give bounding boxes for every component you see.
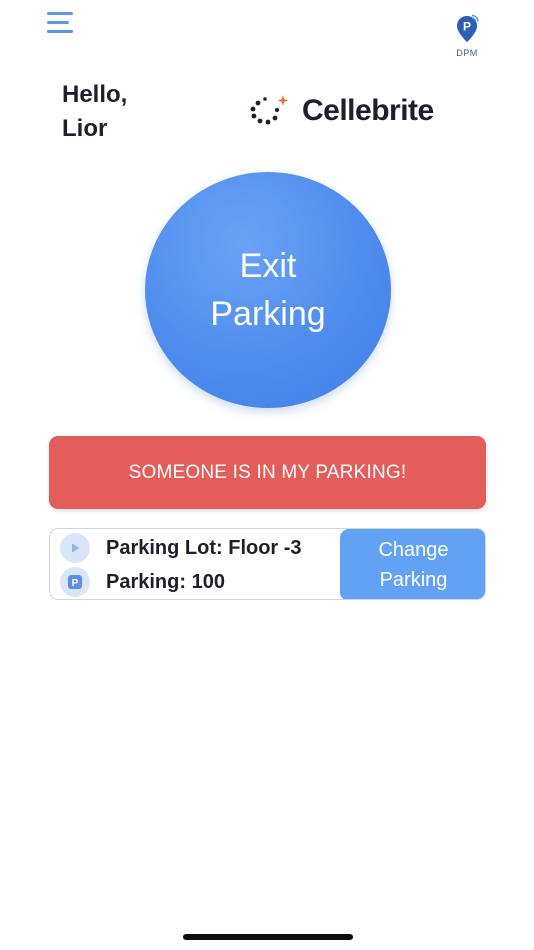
someone-in-my-parking-button[interactable]: SOMEONE IS IN MY PARKING! <box>49 436 486 509</box>
parking-spot-label: Parking: 100 <box>106 570 225 593</box>
play-triangle-icon <box>60 533 90 563</box>
dpm-logo: P DPM <box>450 8 484 60</box>
someone-in-my-parking-label: SOMEONE IS IN MY PARKING! <box>128 461 407 483</box>
hamburger-menu-icon[interactable] <box>47 12 73 34</box>
app-screen: P DPM Hello, Lior Cellebrite Exit Parkin… <box>0 0 534 950</box>
dpm-logo-text: DPM <box>456 48 478 58</box>
cellebrite-dots-icon <box>250 95 289 125</box>
parking-lot-row: Parking Lot: Floor -3 <box>60 533 302 563</box>
parking-info-card: Parking Lot: Floor -3 P Parking: 100 Cha… <box>49 528 486 600</box>
user-name: Lior <box>62 115 108 142</box>
change-parking-label: Change Parking <box>378 539 449 591</box>
parking-p-icon: P <box>60 567 90 597</box>
parking-spot-row: P Parking: 100 <box>60 567 225 597</box>
exit-parking-button[interactable]: Exit Parking <box>145 172 391 408</box>
company-logo: Cellebrite <box>248 94 434 128</box>
greeting: Hello, Lior <box>62 78 127 146</box>
company-name: Cellebrite <box>302 94 434 127</box>
exit-parking-label: Exit Parking <box>210 247 326 333</box>
svg-text:P: P <box>72 578 79 589</box>
greeting-line-1: Hello, <box>62 81 128 108</box>
change-parking-button[interactable]: Change Parking <box>340 529 485 599</box>
svg-text:P: P <box>463 20 471 34</box>
home-indicator[interactable] <box>183 934 353 940</box>
parking-lot-label: Parking Lot: Floor -3 <box>106 536 302 559</box>
dpm-parking-pin-icon: P <box>457 14 479 42</box>
